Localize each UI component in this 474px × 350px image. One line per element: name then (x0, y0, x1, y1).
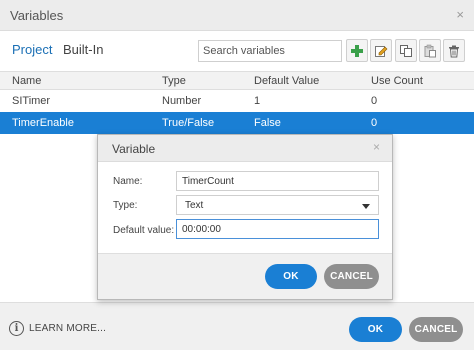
ok-button[interactable]: OK (349, 317, 402, 342)
cell-name: TimerEnable (12, 117, 74, 129)
tab-built-in[interactable]: Built-In (63, 42, 103, 57)
paste-icon (423, 44, 437, 58)
cell-default-value: False (254, 117, 281, 129)
table-header: Name Type Default Value Use Count (0, 71, 474, 90)
delete-icon (447, 44, 461, 58)
cell-type: True/False (162, 117, 215, 129)
copy-variable-button[interactable] (395, 39, 417, 62)
column-header-use-count[interactable]: Use Count (371, 75, 423, 87)
footer: i LEARN MORE... OK CANCEL (0, 302, 474, 350)
info-icon: i (9, 321, 24, 336)
add-variable-button[interactable] (346, 39, 368, 62)
table-row[interactable]: SITimer Number 1 0 (0, 90, 474, 112)
default-value-label: Default value: (113, 225, 175, 236)
chevron-down-icon (362, 204, 370, 209)
learn-more-label: LEARN MORE... (29, 323, 107, 334)
column-header-type[interactable]: Type (162, 75, 186, 87)
type-label: Type: (113, 200, 138, 211)
column-header-default-value[interactable]: Default Value (254, 75, 319, 87)
dialog-close-icon[interactable]: × (373, 140, 380, 154)
variable-dialog: Variable × Name: Type: Text Default valu… (97, 134, 393, 300)
copy-icon (399, 44, 413, 58)
edit-icon (374, 44, 388, 58)
table-row-selected[interactable]: TimerEnable True/False False 0 (0, 112, 474, 134)
dialog-titlebar: Variable × (98, 135, 392, 162)
cancel-button[interactable]: CANCEL (409, 317, 463, 342)
dialog-cancel-button[interactable]: CANCEL (324, 264, 379, 289)
cell-name: SITimer (12, 95, 51, 107)
dialog-title: Variable (112, 142, 156, 156)
default-value-field[interactable] (176, 219, 379, 239)
cell-type: Number (162, 95, 202, 107)
dialog-ok-button[interactable]: OK (265, 264, 317, 289)
cell-use-count: 0 (371, 95, 378, 107)
delete-variable-button[interactable] (443, 39, 465, 62)
window-title: Variables (10, 8, 64, 23)
type-select-value: Text (185, 200, 204, 211)
add-icon (350, 44, 364, 58)
name-label: Name: (113, 176, 143, 187)
edit-variable-button[interactable] (370, 39, 392, 62)
dialog-footer: OK CANCEL (98, 253, 392, 299)
name-field[interactable] (176, 171, 379, 191)
search-input[interactable] (198, 40, 342, 62)
tab-project[interactable]: Project (12, 42, 52, 57)
close-icon[interactable]: × (456, 7, 464, 22)
paste-variable-button[interactable] (419, 39, 441, 62)
type-select[interactable]: Text (176, 195, 379, 215)
column-header-name[interactable]: Name (12, 75, 41, 87)
cell-default-value: 1 (254, 95, 261, 107)
cell-use-count: 0 (371, 117, 378, 129)
window-titlebar: Variables × (0, 0, 474, 31)
learn-more-link[interactable]: i LEARN MORE... (9, 321, 106, 336)
